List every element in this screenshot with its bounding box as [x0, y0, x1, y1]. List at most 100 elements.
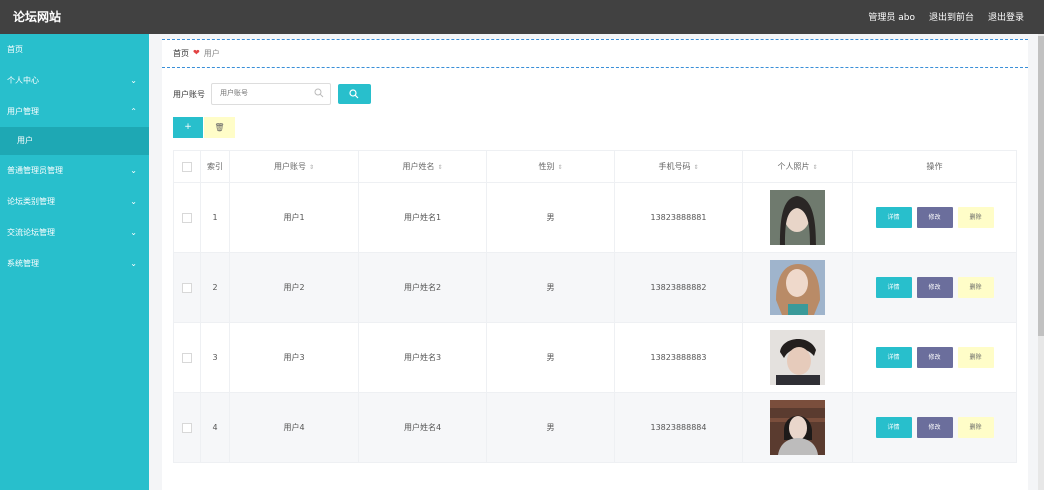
sidebar-item-home[interactable]: 首页: [0, 34, 149, 65]
delete-button[interactable]: 删除: [957, 417, 994, 438]
cell-account: 用户3: [229, 322, 359, 393]
col-account[interactable]: 用户账号 ⇕: [229, 150, 359, 183]
content-panel: 首页 ❤ 用户 用户账号 + 🗑 索引 用户账号⇕ 用户姓名⇕ 性别⇕ 手机号码: [162, 39, 1028, 490]
sidebar-item-label: 普通管理员管理: [7, 166, 63, 175]
delete-button[interactable]: 删除: [957, 207, 994, 228]
logout-link[interactable]: 退出登录: [988, 10, 1024, 23]
cell-actions: 详情 修改 删除: [852, 182, 1017, 253]
col-label: 用户姓名: [402, 162, 435, 171]
col-actions: 操作: [852, 150, 1017, 183]
search-button[interactable]: [338, 84, 371, 104]
sidebar-item-label: 系统管理: [7, 259, 39, 268]
cell-gender: 男: [486, 252, 615, 323]
detail-button[interactable]: 详情: [875, 417, 912, 438]
sidebar-item-label: 首页: [7, 45, 23, 54]
admin-user[interactable]: 管理员 abo: [868, 10, 915, 23]
row-checkbox[interactable]: [173, 252, 201, 323]
sort-icon[interactable]: ⇕: [437, 164, 442, 171]
cell-phone: 13823888883: [614, 322, 743, 393]
batch-delete-button[interactable]: 🗑: [204, 117, 235, 138]
cell-actions: 详情 修改 删除: [852, 322, 1017, 393]
cell-account: 用户2: [229, 252, 359, 323]
edit-button[interactable]: 修改: [916, 347, 953, 368]
table-row: 4 用户4 用户姓名4 男 13823888884 详情 修改 删除: [173, 392, 1017, 463]
cell-account: 用户4: [229, 392, 359, 463]
edit-button[interactable]: 修改: [916, 207, 953, 228]
sidebar-item-label: 论坛类别管理: [7, 197, 55, 206]
edit-button[interactable]: 修改: [916, 417, 953, 438]
user-photo[interactable]: [770, 400, 825, 455]
row-checkbox[interactable]: [173, 322, 201, 393]
cell-index: 3: [200, 322, 230, 393]
search-icon: [349, 89, 359, 99]
top-bar: 论坛网站 管理员 abo 退出到前台 退出登录: [0, 0, 1044, 34]
cell-index: 1: [200, 182, 230, 253]
row-checkbox[interactable]: [173, 392, 201, 463]
cell-gender: 男: [486, 182, 615, 253]
chevron-down-icon: ⌄: [130, 76, 137, 85]
cell-actions: 详情 修改 删除: [852, 392, 1017, 463]
col-photo[interactable]: 个人照片 ⇕: [742, 150, 853, 183]
search-field[interactable]: [211, 83, 331, 105]
cell-actions: 详情 修改 删除: [852, 252, 1017, 323]
sidebar-item-profile[interactable]: 个人中心 ⌄: [0, 65, 149, 96]
chevron-down-icon: ⌄: [130, 228, 137, 237]
scrollbar-thumb[interactable]: [1038, 36, 1044, 336]
detail-button[interactable]: 详情: [875, 347, 912, 368]
table-row: 2 用户2 用户姓名2 男 13823888882 详情 修改 删除: [173, 252, 1017, 323]
sidebar-item-admin-management[interactable]: 普通管理员管理 ⌄: [0, 155, 149, 186]
go-frontend-link[interactable]: 退出到前台: [929, 10, 974, 23]
sidebar: 首页 个人中心 ⌄ 用户管理 ⌃ 用户 普通管理员管理 ⌄ 论坛类别管理 ⌄ 交流论坛管…: [0, 34, 149, 490]
detail-button[interactable]: 详情: [875, 207, 912, 228]
cell-index: 4: [200, 392, 230, 463]
user-photo[interactable]: [770, 260, 825, 315]
col-label: 用户账号: [273, 162, 306, 171]
search-label: 用户账号: [173, 89, 205, 99]
sort-icon[interactable]: ⇕: [812, 164, 817, 171]
col-name[interactable]: 用户姓名 ⇕: [358, 150, 487, 183]
sidebar-item-user-management[interactable]: 用户管理 ⌃: [0, 96, 149, 127]
sidebar-item-forum-category[interactable]: 论坛类别管理 ⌄: [0, 186, 149, 217]
site-title: 论坛网站: [13, 10, 62, 24]
breadcrumb-home[interactable]: 首页: [173, 48, 189, 59]
edit-button[interactable]: 修改: [916, 277, 953, 298]
row-checkbox[interactable]: [173, 182, 201, 253]
cell-name: 用户姓名3: [358, 322, 487, 393]
search-input[interactable]: [212, 84, 316, 102]
sidebar-item-system[interactable]: 系统管理 ⌄: [0, 248, 149, 279]
heart-icon: ❤: [193, 48, 200, 57]
cell-phone: 13823888882: [614, 252, 743, 323]
sort-icon[interactable]: ⇕: [309, 164, 314, 171]
sidebar-item-label: 交流论坛管理: [7, 228, 55, 237]
breadcrumb-current: 用户: [203, 49, 220, 58]
col-index: 索引: [200, 150, 230, 183]
user-photo[interactable]: [770, 330, 825, 385]
delete-button[interactable]: 删除: [957, 347, 994, 368]
col-phone[interactable]: 手机号码 ⇕: [614, 150, 743, 183]
cell-name: 用户姓名4: [358, 392, 487, 463]
cell-gender: 男: [486, 392, 615, 463]
col-label: 手机号码: [658, 162, 691, 171]
sidebar-item-users[interactable]: 用户: [0, 127, 149, 155]
sort-icon[interactable]: ⇕: [693, 164, 698, 171]
user-photo[interactable]: [770, 190, 825, 245]
cell-photo: [742, 392, 853, 463]
select-all-checkbox[interactable]: [173, 150, 201, 183]
detail-button[interactable]: 详情: [875, 277, 912, 298]
chevron-up-icon: ⌃: [130, 107, 137, 116]
chevron-down-icon: ⌄: [130, 197, 137, 206]
add-button[interactable]: +: [173, 117, 203, 138]
sidebar-item-label: 个人中心: [7, 76, 39, 85]
cell-name: 用户姓名2: [358, 252, 487, 323]
col-gender[interactable]: 性别 ⇕: [486, 150, 615, 183]
search-icon: [314, 88, 324, 98]
user-table: 索引 用户账号 ⇕ 用户姓名 ⇕ 性别 ⇕ 手机号码 ⇕ 个人照片 ⇕ 操作 1 用户1 …: [173, 150, 1017, 463]
col-label: 个人照片: [777, 162, 810, 171]
cell-phone: 13823888884: [614, 392, 743, 463]
search-bar: 用户账号: [173, 83, 371, 105]
sidebar-item-forum[interactable]: 交流论坛管理 ⌄: [0, 217, 149, 248]
chevron-down-icon: ⌄: [130, 166, 137, 175]
cell-account: 用户1: [229, 182, 359, 253]
sort-icon[interactable]: ⇕: [557, 164, 562, 171]
delete-button[interactable]: 删除: [957, 277, 994, 298]
